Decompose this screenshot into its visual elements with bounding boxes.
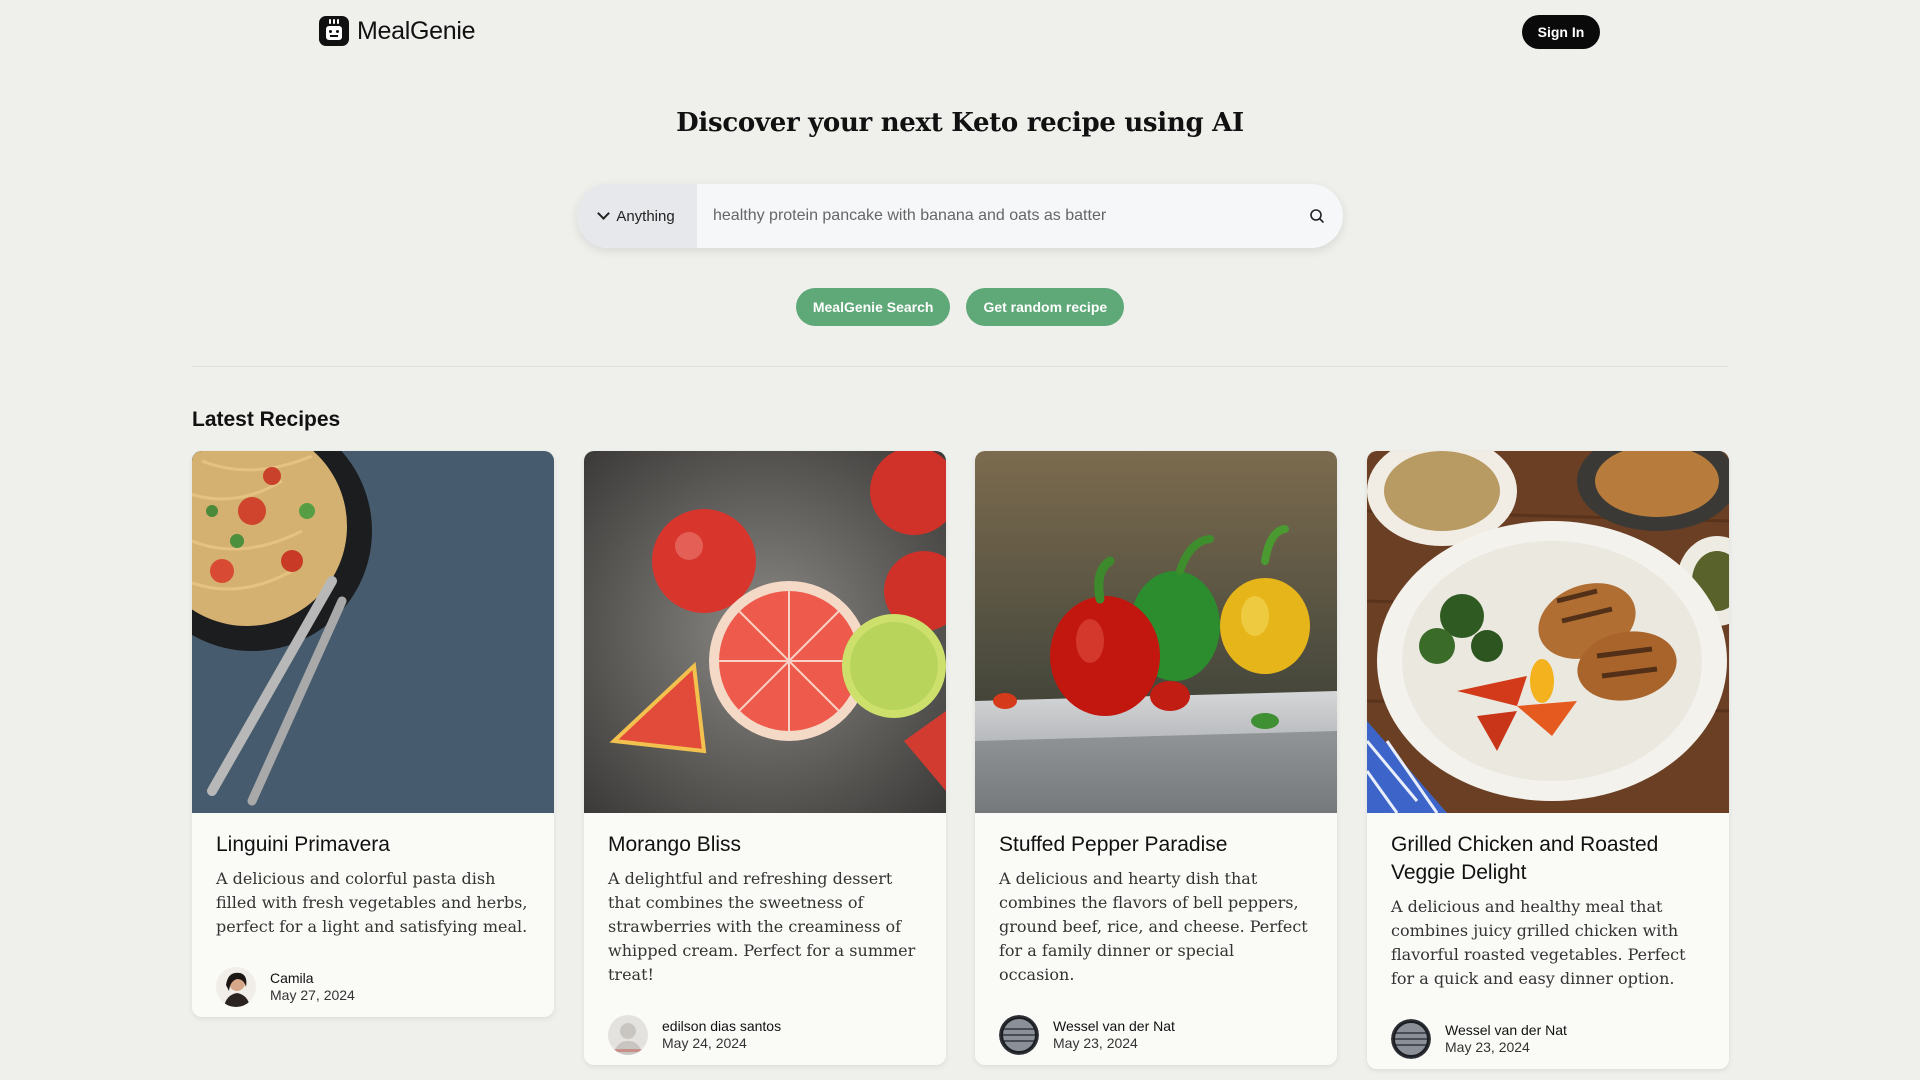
recipe-author: Wessel van der Nat May 23, 2024 bbox=[1391, 1019, 1705, 1059]
genie-logo-icon bbox=[319, 16, 349, 46]
recipe-image-pasta bbox=[192, 451, 554, 813]
author-avatar bbox=[1391, 1019, 1431, 1059]
chevron-down-icon bbox=[597, 207, 611, 220]
author-name: Camila bbox=[270, 970, 314, 986]
mealgenie-search-button[interactable]: MealGenie Search bbox=[795, 288, 951, 326]
hero-diet-highlight[interactable]: Keto bbox=[951, 108, 1018, 138]
recipe-description: A delightful and refreshing dessert that… bbox=[608, 869, 916, 984]
recipe-title[interactable]: Grilled Chicken and Roasted Veggie Delig… bbox=[1391, 831, 1705, 887]
recipe-description: A delicious and healthy meal that combin… bbox=[1391, 897, 1686, 988]
hero-title-prefix: Discover your next bbox=[676, 108, 952, 138]
recipe-date: May 27, 2024 bbox=[270, 987, 355, 1003]
recipe-author: Wessel van der Nat May 23, 2024 bbox=[999, 1015, 1313, 1055]
brand-logo-link[interactable]: MealGenie bbox=[319, 16, 476, 46]
author-name: Wessel van der Nat bbox=[1053, 1018, 1175, 1034]
search-input[interactable] bbox=[697, 184, 1291, 248]
category-dropdown[interactable]: Anything bbox=[577, 184, 697, 248]
author-avatar bbox=[999, 1015, 1039, 1055]
recipe-card[interactable]: Morango Bliss A delightful and refreshin… bbox=[584, 451, 946, 1065]
top-navbar: MealGenie Sign In bbox=[0, 0, 1920, 64]
recipe-description: A delicious and hearty dish that combine… bbox=[999, 869, 1308, 984]
hero-title-suffix: recipe using AI bbox=[1017, 108, 1244, 138]
recipe-card[interactable]: Stuffed Pepper Paradise A delicious and … bbox=[975, 451, 1337, 1065]
recipe-image-chicken bbox=[1367, 451, 1729, 813]
author-avatar bbox=[608, 1015, 648, 1055]
author-name: edilson dias santos bbox=[662, 1018, 782, 1034]
recipe-title[interactable]: Morango Bliss bbox=[608, 831, 922, 859]
hero-title: Discover your next Keto recipe using AI bbox=[0, 108, 1920, 138]
search-actions: MealGenie Search Get random recipe bbox=[0, 288, 1920, 326]
recipe-card[interactable]: Linguini Primavera A delicious and color… bbox=[192, 451, 554, 1017]
recipe-search-bar: Anything bbox=[577, 184, 1343, 248]
brand-name: MealGenie bbox=[357, 16, 476, 45]
recipe-title[interactable]: Stuffed Pepper Paradise bbox=[999, 831, 1313, 859]
search-icon[interactable] bbox=[1291, 184, 1343, 248]
recipe-image-fruit bbox=[584, 451, 946, 813]
recipe-author: edilson dias santos May 24, 2024 bbox=[608, 1015, 922, 1055]
sign-in-button[interactable]: Sign In bbox=[1522, 15, 1600, 49]
recipe-image-peppers bbox=[975, 451, 1337, 813]
recipe-card[interactable]: Grilled Chicken and Roasted Veggie Delig… bbox=[1367, 451, 1729, 1069]
random-recipe-button[interactable]: Get random recipe bbox=[966, 288, 1125, 326]
latest-recipes-heading: Latest Recipes bbox=[192, 408, 341, 431]
category-selected-value: Anything bbox=[616, 207, 675, 225]
recipe-author: Camila May 27, 2024 bbox=[216, 967, 530, 1007]
recipe-date: May 23, 2024 bbox=[1053, 1035, 1138, 1051]
recipe-date: May 23, 2024 bbox=[1445, 1039, 1530, 1055]
recipe-date: May 24, 2024 bbox=[662, 1035, 747, 1051]
recipe-description: A delicious and colorful pasta dish fill… bbox=[216, 869, 528, 936]
author-avatar bbox=[216, 967, 256, 1007]
section-divider bbox=[192, 366, 1728, 367]
recipe-title[interactable]: Linguini Primavera bbox=[216, 831, 530, 859]
author-name: Wessel van der Nat bbox=[1445, 1022, 1567, 1038]
